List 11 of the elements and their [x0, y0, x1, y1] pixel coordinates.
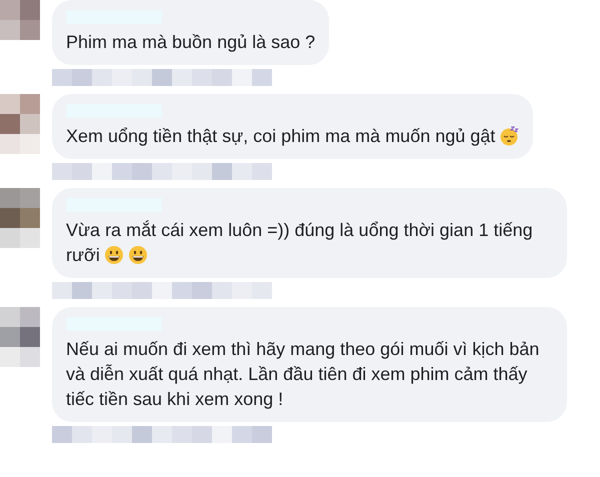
- blurred-avatar-drawing: [0, 307, 40, 367]
- comment-text: Vừa ra mắt cái xem luôn =)) đúng là uổng thời gian 1 tiếng rưỡi: [66, 219, 534, 267]
- comment-text: Nếu ai muốn đi xem thì hãy mang theo gói muối vì kịch bản và diễn xuất quá nhạt. Lần đầu tiên đi xem phim cảm thấy tiếc tiền sau khi xem xong !: [66, 338, 540, 411]
- blurred-avatar-drawing: [0, 188, 40, 248]
- blurred-avatar-drawing: [0, 94, 40, 154]
- comment-text: Phim ma mà buồn ngủ là sao ?: [66, 31, 316, 54]
- grinning-face-icon: [104, 245, 124, 265]
- blurred-avatar-drawing: [0, 0, 40, 40]
- grinning-face-icon: [128, 245, 148, 265]
- sleeping-face-icon: [499, 126, 520, 146]
- comment-text: Xem uổng tiền thật sự, coi phim ma mà muốn ngủ gật: [66, 124, 520, 149]
